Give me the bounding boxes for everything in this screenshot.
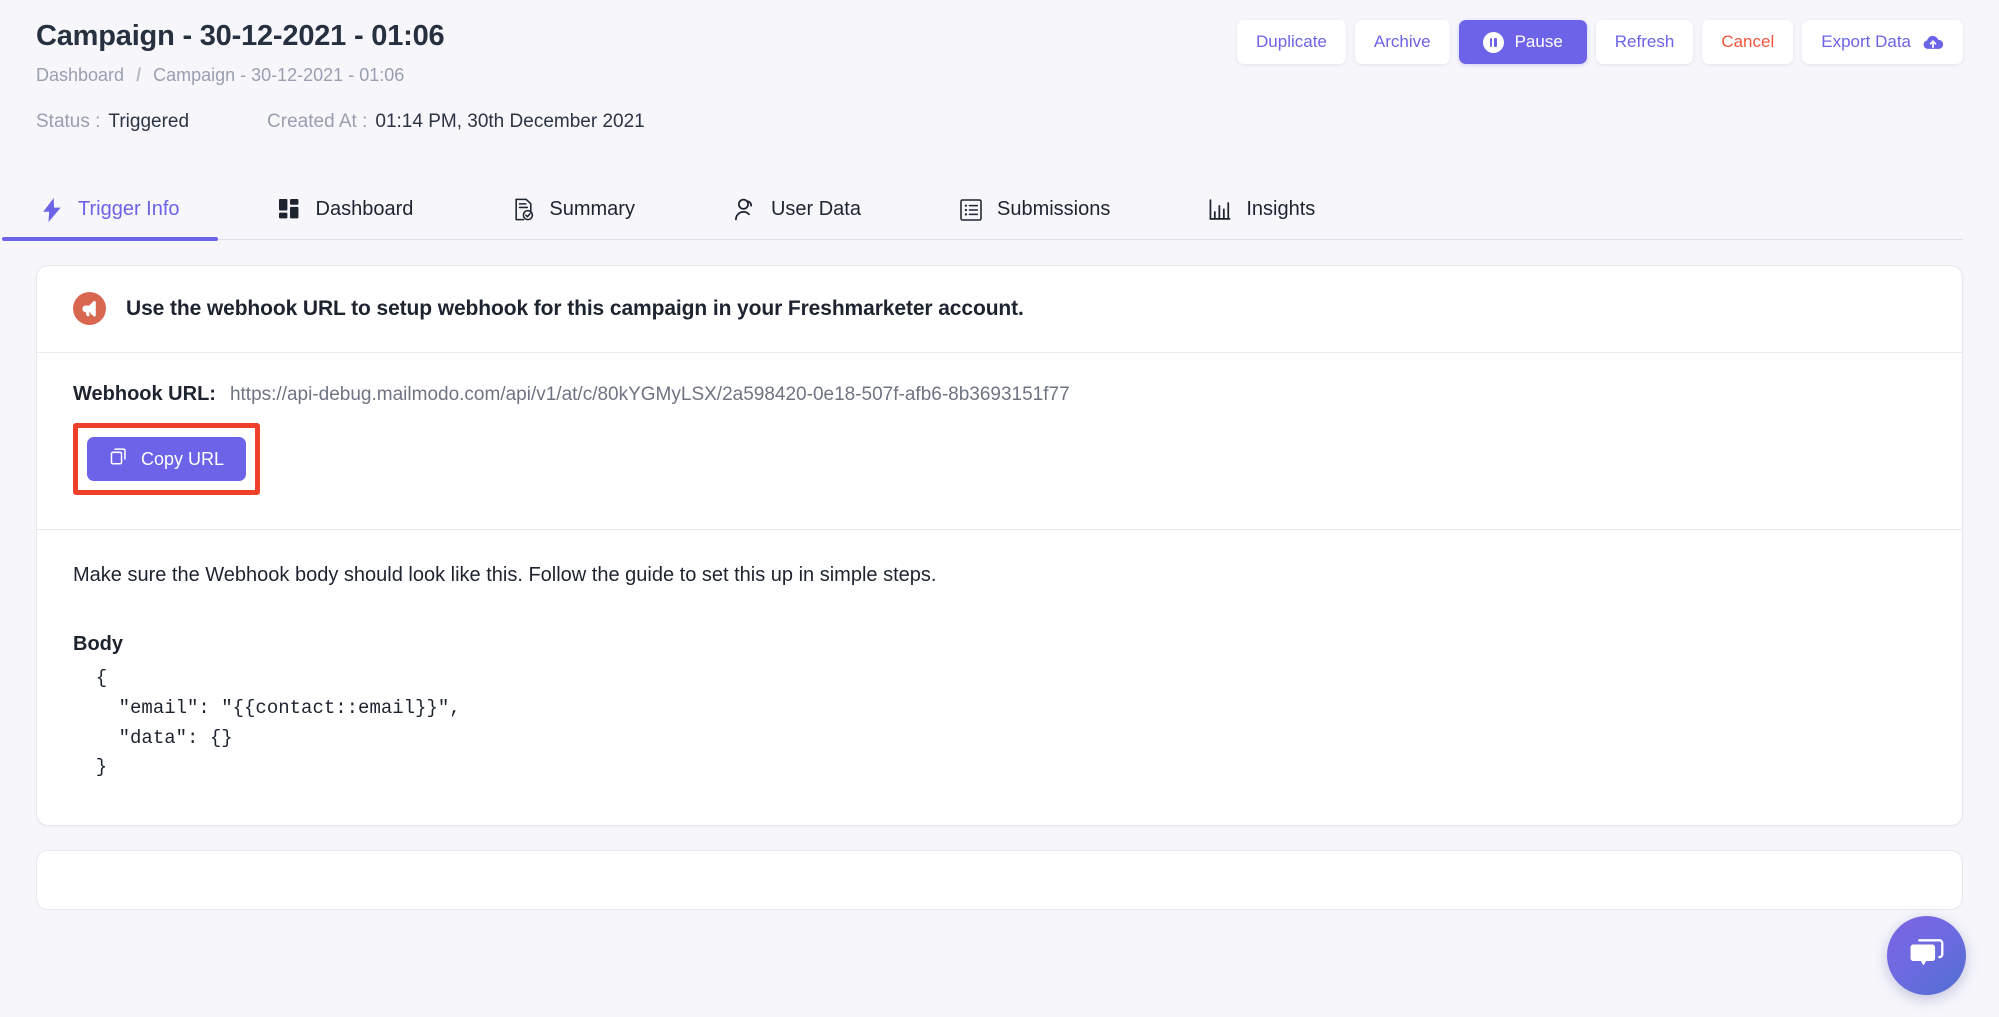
tab-summary-label: Summary: [549, 198, 635, 220]
document-check-icon: [511, 198, 535, 222]
refresh-button-label: Refresh: [1614, 32, 1675, 51]
chat-bubble-icon: [1907, 935, 1946, 977]
webhook-url-section: Webhook URL: https://api-debug.mailmodo.…: [37, 353, 1962, 530]
webhook-url-value: https://api-debug.mailmodo.com/api/v1/at…: [229, 384, 1070, 405]
copy-url-button-label: Copy URL: [141, 448, 225, 469]
tab-bar: Trigger Info Dashboard Summary User Data…: [2, 180, 1963, 241]
pause-button-label: Pause: [1514, 32, 1563, 51]
tab-submissions[interactable]: Submissions: [955, 180, 1114, 239]
cancel-button[interactable]: Cancel: [1702, 20, 1794, 64]
header-actions: Duplicate Archive Pause Refresh Cancel E…: [1237, 12, 1963, 64]
megaphone-icon: [73, 292, 106, 325]
tab-insights-label: Insights: [1246, 198, 1316, 220]
webhook-body-code: { "email": "{{contact::email}}", "data":…: [95, 667, 461, 779]
archive-button-label: Archive: [1373, 32, 1431, 51]
export-data-button-label: Export Data: [1821, 32, 1911, 51]
app-root: Campaign - 30-12-2021 - 01:06 Dashboard …: [0, 0, 1999, 1017]
copy-url-button[interactable]: Copy URL: [87, 437, 247, 481]
meta-row: Status : Triggered Created At : 01:14 PM…: [36, 110, 1963, 135]
webhook-notice: Use the webhook URL to setup webhook for…: [37, 266, 1962, 353]
cancel-button-label: Cancel: [1721, 32, 1775, 51]
person-icon: [733, 198, 757, 222]
header-title-block: Campaign - 30-12-2021 - 01:06 Dashboard …: [36, 12, 445, 88]
pause-circle-icon: [1482, 31, 1504, 53]
duplicate-button-label: Duplicate: [1256, 32, 1327, 51]
page-header: Campaign - 30-12-2021 - 01:06 Dashboard …: [0, 0, 1999, 180]
list-icon: [959, 198, 983, 222]
tab-user-data[interactable]: User Data: [729, 180, 865, 239]
lightning-bolt-icon: [40, 197, 64, 222]
refresh-button[interactable]: Refresh: [1595, 20, 1694, 64]
created-at-label: Created At :: [267, 110, 368, 132]
copy-icon: [109, 447, 128, 471]
status-label: Status :: [36, 110, 101, 132]
created-at-value: 01:14 PM, 30th December 2021: [375, 110, 645, 132]
webhook-url-row: Webhook URL: https://api-debug.mailmodo.…: [73, 383, 1926, 406]
webhook-notice-text: Use the webhook URL to setup webhook for…: [126, 296, 1024, 320]
next-section-card: [36, 850, 1963, 911]
webhook-body-heading: Body: [73, 633, 123, 655]
webhook-body-intro: Make sure the Webhook body should look l…: [73, 564, 937, 586]
tab-insights[interactable]: Insights: [1204, 180, 1319, 239]
created-at-group: Created At : 01:14 PM, 30th December 202…: [267, 110, 645, 135]
webhook-body-section: Make sure the Webhook body should look l…: [37, 530, 1962, 825]
grid-squares-icon: [278, 198, 302, 222]
bar-chart-icon: [1208, 198, 1232, 222]
tab-summary[interactable]: Summary: [507, 180, 639, 239]
breadcrumb-item-current: Campaign - 30-12-2021 - 01:06: [153, 65, 405, 86]
archive-button[interactable]: Archive: [1354, 20, 1450, 64]
page-title: Campaign - 30-12-2021 - 01:06: [36, 20, 445, 52]
status-badge: Triggered: [108, 110, 190, 132]
header-top-row: Campaign - 30-12-2021 - 01:06 Dashboard …: [36, 12, 1963, 88]
tab-trigger-info-label: Trigger Info: [78, 198, 180, 220]
export-data-button[interactable]: Export Data: [1802, 20, 1963, 64]
trigger-info-card: Use the webhook URL to setup webhook for…: [36, 265, 1963, 827]
breadcrumb: Dashboard / Campaign - 30-12-2021 - 01:0…: [36, 64, 444, 87]
tab-dashboard-label: Dashboard: [315, 198, 414, 220]
breadcrumb-item-dashboard[interactable]: Dashboard: [36, 64, 124, 87]
breadcrumb-separator: /: [136, 65, 142, 86]
chat-widget-button[interactable]: [1887, 916, 1966, 995]
status-group: Status : Triggered: [36, 110, 189, 135]
duplicate-button[interactable]: Duplicate: [1237, 20, 1346, 64]
webhook-url-label: Webhook URL:: [73, 383, 216, 405]
pause-button[interactable]: Pause: [1458, 20, 1587, 64]
tab-user-data-label: User Data: [770, 198, 861, 220]
tab-submissions-label: Submissions: [996, 198, 1111, 220]
copy-url-highlight-box: Copy URL: [73, 423, 261, 495]
tab-dashboard[interactable]: Dashboard: [274, 180, 418, 239]
cloud-upload-icon: [1922, 34, 1944, 51]
tab-trigger-info[interactable]: Trigger Info: [2, 180, 217, 241]
